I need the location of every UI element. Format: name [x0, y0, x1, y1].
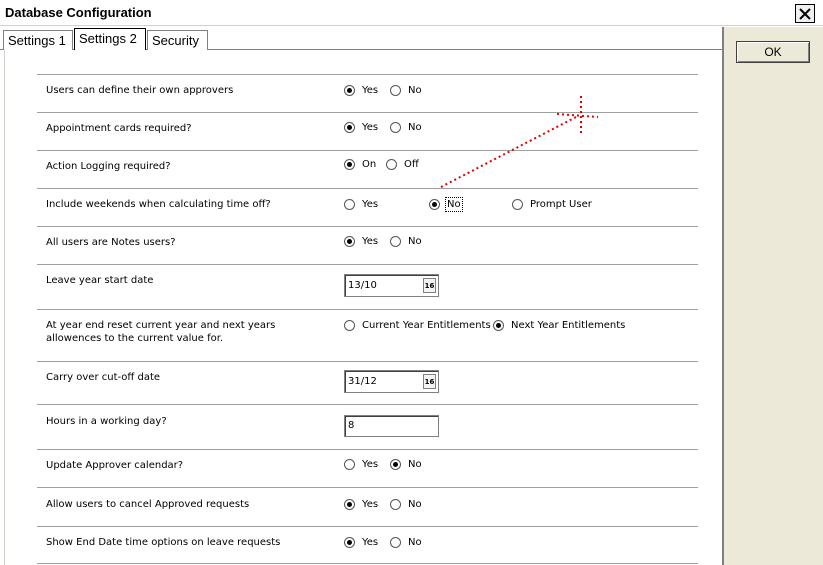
calendar-icon[interactable]: 16 — [423, 278, 436, 293]
radio-selected-icon — [493, 320, 504, 331]
divider — [37, 563, 698, 564]
cancel-approved-no[interactable]: No — [390, 499, 422, 510]
notes-users-yes[interactable]: Yes — [344, 236, 378, 247]
update-approver-calendar-no[interactable]: No — [390, 459, 422, 470]
users-define-approvers-no[interactable]: No — [390, 85, 422, 96]
radio-selected-icon — [344, 537, 355, 548]
radio-icon — [386, 159, 397, 170]
divider — [37, 526, 698, 527]
divider — [37, 74, 698, 75]
calendar-icon[interactable]: 16 — [423, 374, 436, 389]
carry-over-cut-off-date-field[interactable]: 31/12 16 — [344, 370, 439, 393]
radio-icon — [344, 459, 355, 470]
radio-selected-icon — [344, 85, 355, 96]
include-weekends-no[interactable]: No — [429, 197, 463, 212]
radio-icon — [512, 199, 523, 210]
action-logging-off[interactable]: Off — [386, 159, 419, 170]
users-define-approvers-yes[interactable]: Yes — [344, 85, 378, 96]
divider — [37, 150, 698, 151]
include-weekends-yes[interactable]: Yes — [344, 199, 378, 210]
appointment-cards-no[interactable]: No — [390, 122, 422, 133]
cancel-approved-yes[interactable]: Yes — [344, 499, 378, 510]
row-label: At year end reset current year and next … — [46, 320, 276, 331]
include-weekends-prompt-user[interactable]: Prompt User — [512, 199, 592, 210]
tab-strip: Settings 1 Settings 2 Security — [0, 28, 722, 50]
radio-selected-icon — [344, 499, 355, 510]
row-label: Include weekends when calculating time o… — [46, 199, 271, 210]
radio-icon — [390, 537, 401, 548]
hours-working-day-input[interactable]: 8 — [344, 415, 439, 437]
row-label: Appointment cards required? — [46, 123, 192, 134]
row-label: Carry over cut-off date — [46, 372, 161, 383]
row-label: Hours in a working day? — [46, 416, 167, 427]
action-logging-on[interactable]: On — [344, 159, 376, 170]
divider — [37, 226, 698, 227]
divider — [37, 361, 698, 362]
title-bar: Database Configuration — [0, 0, 823, 26]
radio-selected-icon — [429, 199, 440, 210]
year-end-current-year[interactable]: Current Year Entitlements — [344, 320, 491, 331]
settings-panel: Users can define their own approvers Yes… — [4, 50, 722, 565]
radio-icon — [390, 236, 401, 247]
row-label: All users are Notes users? — [46, 237, 176, 248]
radio-selected-icon — [344, 159, 355, 170]
radio-selected-icon — [344, 122, 355, 133]
end-date-time-options-no[interactable]: No — [390, 537, 422, 548]
ok-button[interactable]: OK — [736, 41, 810, 63]
radio-selected-icon — [344, 236, 355, 247]
radio-icon — [344, 199, 355, 210]
field-value: 31/12 — [348, 376, 377, 387]
divider — [37, 188, 698, 189]
button-panel: OK — [722, 27, 823, 565]
row-label: Leave year start date — [46, 275, 154, 286]
update-approver-calendar-yes[interactable]: Yes — [344, 459, 378, 470]
radio-icon — [390, 122, 401, 133]
window-title: Database Configuration — [5, 5, 152, 20]
field-value: 13/10 — [348, 280, 377, 291]
tab-settings-2[interactable]: Settings 2 — [74, 28, 146, 50]
notes-users-no[interactable]: No — [390, 236, 422, 247]
divider — [37, 449, 698, 450]
radio-icon — [390, 499, 401, 510]
divider — [37, 404, 698, 405]
row-label: Update Approver calendar? — [46, 460, 184, 471]
radio-icon — [344, 320, 355, 331]
divider — [37, 112, 698, 113]
leave-year-start-date-field[interactable]: 13/10 16 — [344, 274, 439, 297]
year-end-next-year[interactable]: Next Year Entitlements — [493, 320, 625, 331]
row-label: Show End Date time options on leave requ… — [46, 537, 281, 548]
close-button[interactable] — [795, 4, 815, 23]
radio-selected-icon — [390, 459, 401, 470]
appointment-cards-yes[interactable]: Yes — [344, 122, 378, 133]
radio-icon — [390, 85, 401, 96]
divider — [37, 264, 698, 265]
end-date-time-options-yes[interactable]: Yes — [344, 537, 378, 548]
close-icon — [799, 7, 811, 20]
row-label: Action Logging required? — [46, 161, 171, 172]
row-label: Allow users to cancel Approved requests — [46, 499, 250, 510]
tab-security[interactable]: Security — [147, 30, 208, 50]
row-label-line-2: allowences to the current value for. — [46, 333, 224, 344]
divider — [37, 487, 698, 488]
divider — [37, 309, 698, 310]
row-label: Users can define their own approvers — [46, 85, 234, 96]
tab-settings-1[interactable]: Settings 1 — [3, 30, 73, 50]
